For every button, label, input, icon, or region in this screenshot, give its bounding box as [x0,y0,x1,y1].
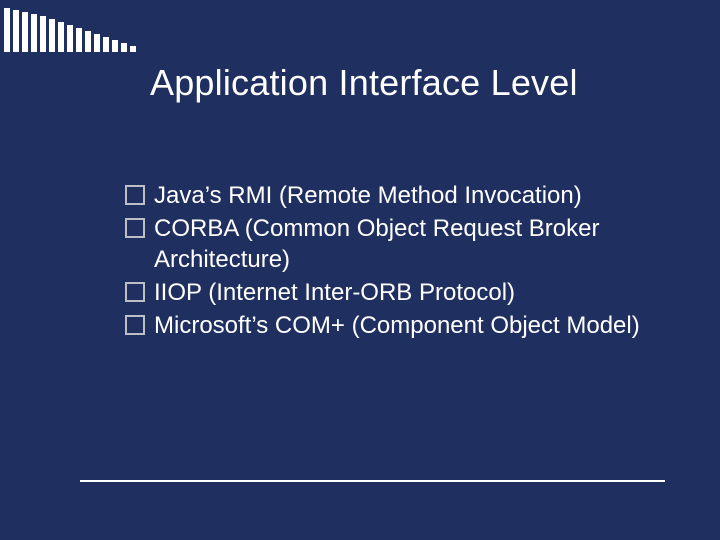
corner-decor-icon [4,4,136,52]
list-item-text: Java’s RMI (Remote Method Invocation) [154,180,650,212]
list-item-text: Microsoft’s COM+ (Component Object Model… [154,310,650,342]
checkbox-icon [125,218,145,238]
list-item-text: CORBA (Common Object Request Broker Arch… [154,213,650,276]
checkbox-icon [125,282,145,302]
list-item: Microsoft’s COM+ (Component Object Model… [125,310,650,342]
slide-body: Java’s RMI (Remote Method Invocation) CO… [125,180,650,342]
list-item: Java’s RMI (Remote Method Invocation) [125,180,650,212]
checkbox-icon [125,315,145,335]
divider-line [80,480,665,482]
list-item-text: IIOP (Internet Inter-ORB Protocol) [154,277,650,309]
slide: Application Interface Level Java’s RMI (… [0,0,720,540]
checkbox-icon [125,185,145,205]
slide-title: Application Interface Level [150,62,660,104]
list-item: CORBA (Common Object Request Broker Arch… [125,213,650,276]
list-item: IIOP (Internet Inter-ORB Protocol) [125,277,650,309]
